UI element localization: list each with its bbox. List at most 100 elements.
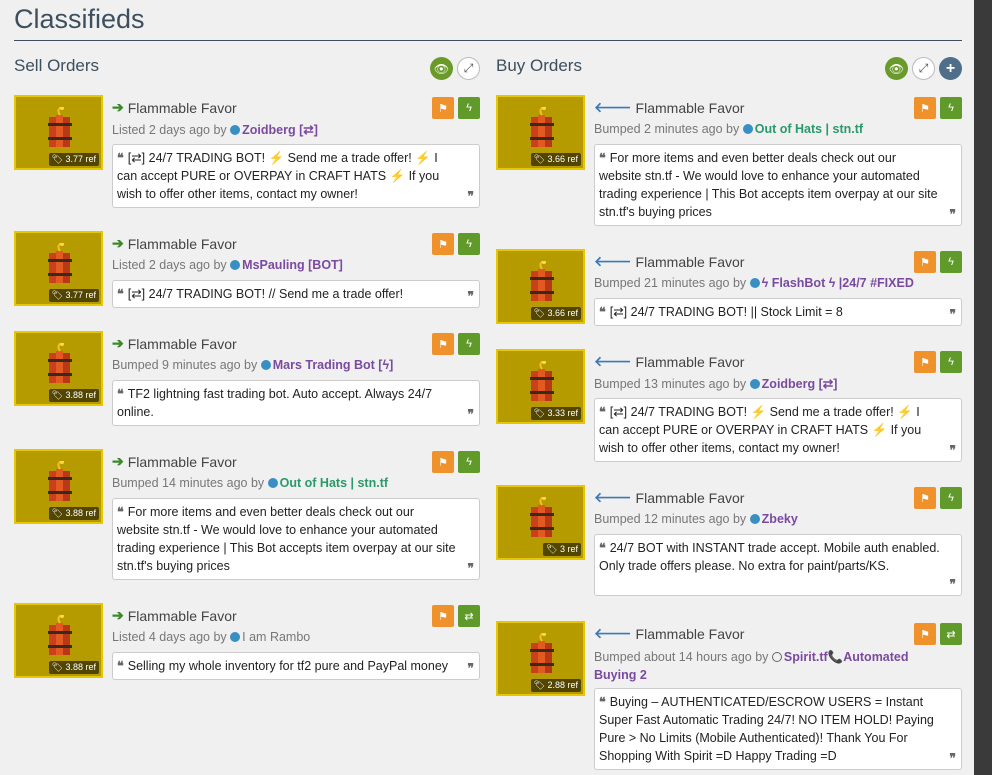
item-name[interactable]: 🡐 Flammable Favor: [594, 253, 744, 270]
instant-trade-button[interactable]: ϟ: [940, 487, 962, 509]
report-button[interactable]: ⚑: [914, 623, 936, 645]
item-name[interactable]: ➔ Flammable Favor: [112, 335, 237, 352]
status-online-icon: [230, 125, 241, 135]
user-link[interactable]: Mars Trading Bot [ϟ]: [273, 358, 394, 372]
listing-meta: Bumped 13 minutes ago by Zoidberg [⇄]: [594, 376, 837, 391]
report-button[interactable]: ⚑: [432, 451, 454, 473]
quote-open-icon: ❝: [599, 405, 606, 419]
arrow-left-icon: 🡐: [594, 353, 632, 369]
dynamite-icon: [48, 243, 72, 283]
report-button[interactable]: ⚑: [914, 351, 936, 373]
description-text: [⇄] 24/7 TRADING BOT! // Send me a trade…: [127, 287, 404, 301]
user-link[interactable]: Zoidberg [⇄]: [762, 377, 838, 391]
user-link[interactable]: Out of Hats | stn.tf: [280, 476, 388, 490]
add-buy-order-button[interactable]: +: [939, 57, 962, 80]
description-text: 24/7 BOT with INSTANT trade accept. Mobi…: [599, 541, 940, 573]
item-name[interactable]: 🡐 Flammable Favor: [594, 489, 744, 506]
instant-trade-button[interactable]: ϟ: [940, 351, 962, 373]
report-button[interactable]: ⚑: [432, 233, 454, 255]
item-name-label: Flammable Favor: [635, 353, 745, 370]
tag-icon: 🏷: [546, 544, 558, 554]
tag-icon: 🏷: [51, 290, 63, 300]
report-button[interactable]: ⚑: [914, 97, 936, 119]
report-button[interactable]: ⚑: [914, 251, 936, 273]
instant-trade-button[interactable]: ϟ: [458, 451, 480, 473]
quote-close-icon: ❞: [467, 407, 474, 421]
quote-open-icon: ❝: [599, 541, 606, 555]
tag-icon: 🏷: [533, 680, 545, 690]
user-link[interactable]: I am Rambo: [242, 630, 310, 644]
lightning-icon: ϟ: [466, 238, 472, 250]
tag-icon: 🏷: [533, 154, 545, 164]
item-name[interactable]: 🡐 Flammable Favor: [594, 625, 744, 642]
item-image[interactable]: 🏷 3.66 ref: [496, 249, 585, 324]
page-title: Classifieds: [14, 4, 145, 34]
report-button[interactable]: ⚑: [432, 333, 454, 355]
scrollbar[interactable]: [974, 0, 992, 775]
item-name[interactable]: 🡐 Flammable Favor: [594, 353, 744, 370]
arrow-right-icon: ➔: [112, 453, 124, 469]
user-link[interactable]: Zbeky: [762, 512, 798, 526]
item-name[interactable]: ➔ Flammable Favor: [112, 607, 237, 624]
buy-expand-button[interactable]: ⤢: [912, 57, 935, 80]
status-offline-icon: [771, 652, 782, 662]
arrow-left-icon: 🡐: [594, 253, 632, 269]
item-image[interactable]: 🏷 3.88 ref: [14, 449, 103, 524]
report-button[interactable]: ⚑: [432, 97, 454, 119]
item-image[interactable]: 🏷 3.88 ref: [14, 331, 103, 406]
sell-toggle-visibility-button[interactable]: 👁: [430, 57, 453, 80]
flag-icon: ⚑: [920, 628, 930, 641]
instant-trade-button[interactable]: ϟ: [458, 233, 480, 255]
trade-offer-button[interactable]: ⇄: [940, 623, 962, 645]
instant-trade-button[interactable]: ϟ: [940, 251, 962, 273]
user-link[interactable]: ϟ FlashBot ϟ |24/7 #FIXED: [762, 276, 914, 290]
page: Classifieds Sell Orders 👁 ⤢ 🏷 3.77 ref ➔ F…: [0, 0, 974, 775]
listing-description: ❝ [⇄] 24/7 TRADING BOT! ⚡ Send me a trade…: [594, 398, 962, 462]
listing-description: ❝ For more items and even better deals ch…: [112, 498, 480, 580]
instant-trade-button[interactable]: ϟ: [458, 333, 480, 355]
description-text: Selling my whole inventory for tf2 pure …: [127, 659, 449, 673]
quote-open-icon: ❝: [117, 659, 124, 673]
instant-trade-button[interactable]: ϟ: [458, 97, 480, 119]
user-link[interactable]: MsPauling [BOT]: [242, 258, 343, 272]
buy-orders-header: Buy Orders 👁 ⤢ +: [496, 50, 962, 90]
listing-time: Bumped 14 minutes ago by: [112, 476, 265, 490]
item-image[interactable]: 🏷 3.66 ref: [496, 95, 585, 170]
tag-icon: 🏷: [51, 662, 63, 672]
status-online-icon: [230, 260, 241, 270]
listing-description: ❝ Selling my whole inventory for tf2 pure…: [112, 652, 480, 680]
description-text: TF2 lightning fast trading bot. Auto acc…: [117, 387, 433, 419]
item-name[interactable]: 🡐 Flammable Favor: [594, 99, 744, 116]
dynamite-icon: [48, 343, 72, 383]
item-image[interactable]: 🏷 3.88 ref: [14, 603, 103, 678]
listing-time: Bumped 2 minutes ago by: [594, 122, 740, 136]
item-image[interactable]: 🏷 3.77 ref: [14, 95, 103, 170]
trade-offer-button[interactable]: ⇄: [458, 605, 480, 627]
sell-expand-button[interactable]: ⤢: [457, 57, 480, 80]
item-image[interactable]: 🏷 3 ref: [496, 485, 585, 560]
buy-toggle-visibility-button[interactable]: 👁: [885, 57, 908, 80]
listing-description: ❝ [⇄] 24/7 TRADING BOT! || Stock Limit = …: [594, 298, 962, 326]
item-image[interactable]: 🏷 2.88 ref: [496, 621, 585, 696]
description-text: Buying – AUTHENTICATED/ESCROW USERS = In…: [599, 695, 934, 763]
item-name-label: Flammable Favor: [635, 253, 745, 270]
user-link[interactable]: Out of Hats | stn.tf: [755, 122, 863, 136]
title-divider: [14, 40, 962, 41]
report-button[interactable]: ⚑: [432, 605, 454, 627]
dynamite-icon: [530, 633, 554, 673]
arrow-left-icon: 🡐: [594, 99, 632, 115]
flag-icon: ⚑: [438, 338, 448, 351]
user-link[interactable]: Zoidberg [⇄]: [242, 123, 318, 137]
report-button[interactable]: ⚑: [914, 487, 936, 509]
item-name[interactable]: ➔ Flammable Favor: [112, 235, 237, 252]
item-image[interactable]: 🏷 3.77 ref: [14, 231, 103, 306]
item-image[interactable]: 🏷 3.33 ref: [496, 349, 585, 424]
instant-trade-button[interactable]: ϟ: [940, 97, 962, 119]
listing-description: ❝ Buying – AUTHENTICATED/ESCROW USERS = I…: [594, 688, 962, 770]
sell-orders-title: Sell Orders: [14, 56, 100, 75]
item-name[interactable]: ➔ Flammable Favor: [112, 453, 237, 470]
tag-icon: 🏷: [51, 390, 63, 400]
item-name[interactable]: ➔ Flammable Favor: [112, 99, 237, 116]
listing-meta: Bumped 12 minutes ago by Zbeky: [594, 512, 798, 526]
buy-orders-column: Buy Orders 👁 ⤢ + 🏷 3.66 ref 🡐 Flammable Fa…: [496, 50, 962, 770]
